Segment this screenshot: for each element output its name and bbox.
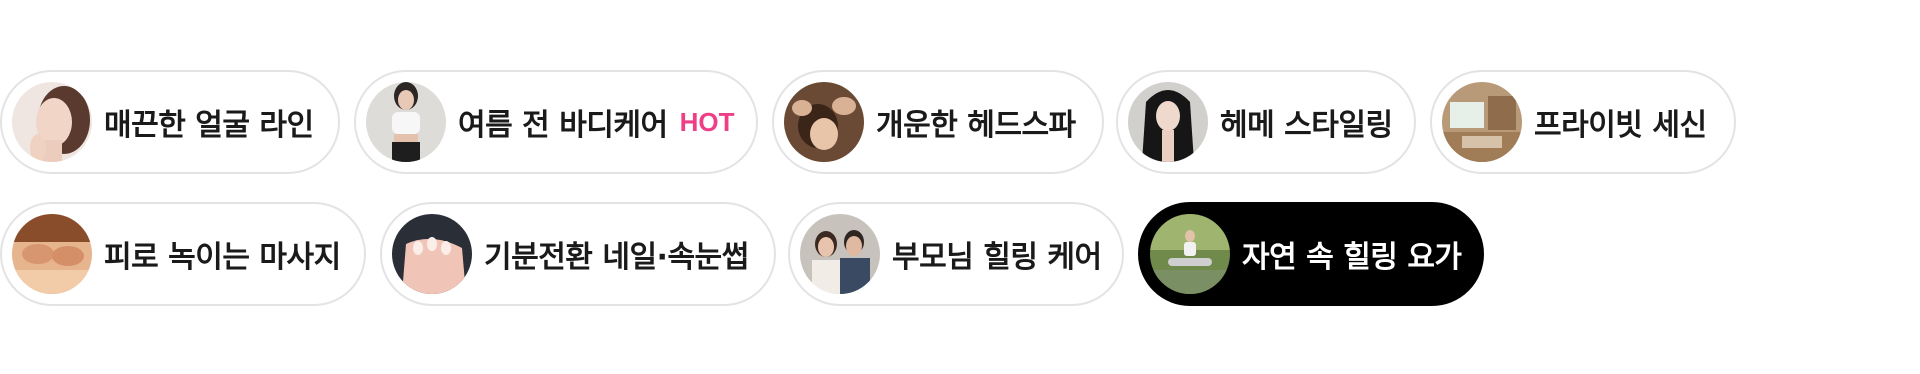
chip-summer-body-care[interactable]: 여름 전 바디케어 HOT bbox=[354, 70, 758, 174]
chip-nail-eyelash[interactable]: 기분전환 네일·속눈썹 bbox=[380, 202, 776, 306]
body-care-thumbnail bbox=[366, 82, 446, 162]
chip-smooth-face-line[interactable]: 매끈한 얼굴 라인 bbox=[0, 70, 340, 174]
hair-styling-thumbnail bbox=[1128, 82, 1208, 162]
private-room-thumbnail bbox=[1442, 82, 1522, 162]
parents-thumbnail bbox=[800, 214, 880, 294]
chip-label: 개운한 헤드스파 bbox=[876, 108, 1076, 143]
hot-badge: HOT bbox=[679, 106, 735, 137]
chip-label: 자연 속 힐링 요가 bbox=[1242, 240, 1462, 275]
chip-fatigue-relief-massage[interactable]: 피로 녹이는 마사지 bbox=[0, 202, 366, 306]
chip-private-body-scrub[interactable]: 프라이빗 세신 bbox=[1430, 70, 1736, 174]
chip-head-spa[interactable]: 개운한 헤드스파 bbox=[772, 70, 1104, 174]
category-chip-list: 매끈한 얼굴 라인 여름 전 바디케어 HOT 개운한 헤드스파 헤메 스타일링… bbox=[0, 70, 1920, 310]
massage-thumbnail bbox=[12, 214, 92, 294]
chip-label: 부모님 힐링 케어 bbox=[892, 240, 1102, 275]
chip-label: 기분전환 네일·속눈썹 bbox=[484, 240, 749, 275]
chip-label: 여름 전 바디케어 bbox=[458, 108, 668, 143]
face-portrait-thumbnail bbox=[12, 82, 92, 162]
chip-label: 헤메 스타일링 bbox=[1220, 108, 1393, 143]
chip-nature-healing-yoga[interactable]: 자연 속 힐링 요가 bbox=[1138, 202, 1484, 306]
nail-thumbnail bbox=[392, 214, 472, 294]
chip-label: 피로 녹이는 마사지 bbox=[104, 240, 341, 275]
chip-hair-makeup-styling[interactable]: 헤메 스타일링 bbox=[1116, 70, 1416, 174]
chip-label: 매끈한 얼굴 라인 bbox=[104, 108, 314, 143]
chip-label: 프라이빗 세신 bbox=[1534, 108, 1707, 143]
head-spa-thumbnail bbox=[784, 82, 864, 162]
chip-parents-healing-care[interactable]: 부모님 힐링 케어 bbox=[788, 202, 1124, 306]
yoga-thumbnail bbox=[1150, 214, 1230, 294]
